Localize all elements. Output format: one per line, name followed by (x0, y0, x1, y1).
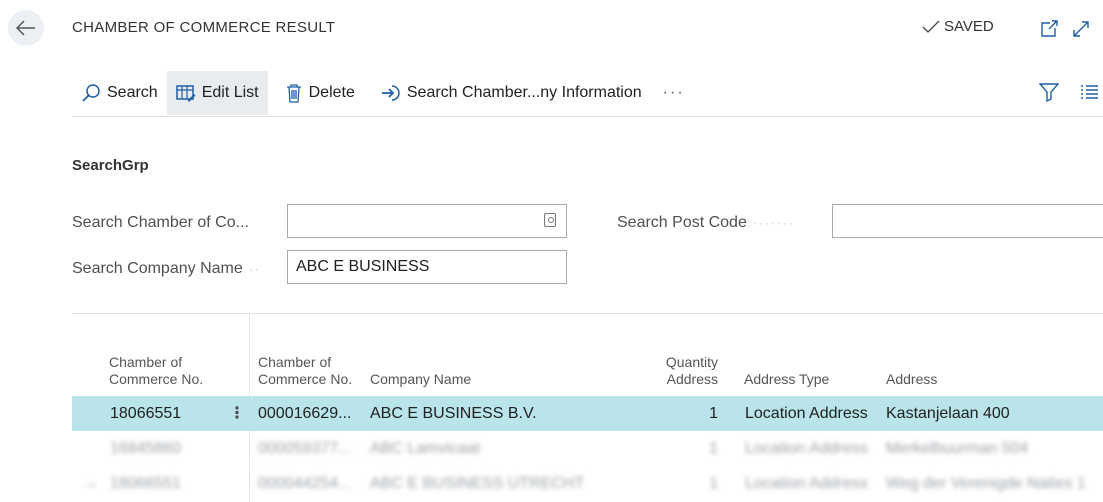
cell-coc-no[interactable]: 18066551 (110, 466, 220, 501)
cell-address[interactable]: Kastanjelaan 400 (886, 396, 1103, 431)
cell-company-name[interactable]: ABC E BUSINESS UTRECHT (370, 466, 650, 501)
post-code-field-label: Search Post Code ······· (617, 214, 795, 231)
cell-coc-no[interactable]: 18066551 (110, 396, 230, 431)
delete-button[interactable]: Delete (276, 71, 364, 115)
cell-quantity-address[interactable]: 1 (658, 396, 718, 431)
delete-label: Delete (308, 84, 355, 101)
search-chamber-info-label: Search Chamber...ny Information (406, 84, 642, 101)
cell-company-name[interactable]: ABC E BUSINESS B.V. (370, 396, 650, 431)
search-button[interactable]: Search (72, 71, 167, 115)
company-name-field-label: Search Company Name ·· (72, 260, 261, 277)
post-code-field-input[interactable] (832, 204, 1103, 238)
arrow-into-icon (381, 85, 400, 101)
page-title: CHAMBER OF COMMERCE RESULT (72, 19, 336, 36)
cell-coc-no-2[interactable]: 000044254... (258, 466, 368, 501)
company-name-field-value: ABC E BUSINESS (296, 258, 430, 275)
row-arrow-icon: → (82, 475, 98, 492)
check-icon (922, 20, 940, 33)
edit-list-icon (175, 85, 196, 102)
search-chamber-info-button[interactable]: Search Chamber...ny Information (372, 71, 651, 115)
column-header-coc-no[interactable]: Chamber of Commerce No. (109, 354, 209, 388)
cell-address[interactable]: Merkelbuurman 504 (886, 431, 1103, 466)
search-label: Search (107, 84, 158, 101)
group-title: SearchGrp (72, 157, 149, 174)
post-code-label-text: Search Post Code (617, 214, 747, 231)
column-header-address[interactable]: Address (886, 371, 937, 388)
trash-icon (286, 84, 301, 103)
results-table: Chamber of Commerce No. Chamber of Comme… (72, 313, 1103, 502)
action-bar: Search Edit List Delete Search Chamber..… (72, 70, 1103, 117)
expand-icon[interactable] (1072, 20, 1090, 38)
column-header-coc-no-2[interactable]: Chamber of Commerce No. (258, 354, 358, 388)
saved-status: SAVED (922, 18, 994, 35)
table-row[interactable]: 18066551 ⋮ 000016629... ABC E BUSINESS B… (72, 396, 1103, 431)
table-header: Chamber of Commerce No. Chamber of Comme… (72, 314, 1103, 396)
cell-address-type[interactable]: Location Address (745, 466, 885, 501)
company-name-field-input[interactable]: ABC E BUSINESS (287, 250, 567, 284)
edit-list-label: Edit List (201, 84, 259, 101)
cell-coc-no-2[interactable]: 000059377... (258, 431, 368, 466)
cell-quantity-address[interactable]: 1 (658, 466, 718, 501)
open-new-window-icon[interactable] (1040, 20, 1058, 38)
table-row[interactable]: → 18066551 000044254... ABC E BUSINESS U… (72, 466, 1103, 501)
column-header-quantity-address[interactable]: Quantity Address (658, 354, 718, 388)
arrow-left-icon (16, 20, 35, 36)
cell-coc-no[interactable]: 16845860 (110, 431, 220, 466)
cell-address-type[interactable]: Location Address (745, 431, 885, 466)
cell-address-type[interactable]: Location Address (745, 396, 885, 431)
company-name-label-text: Search Company Name (72, 260, 243, 277)
search-icon (82, 84, 100, 102)
saved-label: SAVED (944, 18, 994, 35)
column-header-address-type[interactable]: Address Type (744, 371, 829, 388)
row-actions-icon[interactable]: ⋮ (229, 396, 243, 431)
list-view-icon[interactable] (1079, 83, 1099, 101)
table-row[interactable]: 16845860 000059377... ABC Lamvicaat 1 Lo… (72, 431, 1103, 466)
coc-field-input[interactable] (287, 204, 567, 238)
cell-address[interactable]: Weg der Verenigde Naties 1 (886, 466, 1103, 501)
lookup-icon[interactable] (544, 213, 556, 227)
cell-coc-no-2[interactable]: 000016629... (258, 396, 368, 431)
coc-field-label: Search Chamber of Co... (72, 214, 249, 231)
back-button[interactable] (8, 10, 44, 46)
cell-quantity-address[interactable]: 1 (658, 431, 718, 466)
column-header-company-name[interactable]: Company Name (370, 371, 471, 388)
filter-icon[interactable] (1039, 82, 1059, 102)
edit-list-button[interactable]: Edit List (166, 71, 268, 115)
more-actions-button[interactable]: ··· (651, 84, 697, 102)
cell-company-name[interactable]: ABC Lamvicaat (370, 431, 650, 466)
